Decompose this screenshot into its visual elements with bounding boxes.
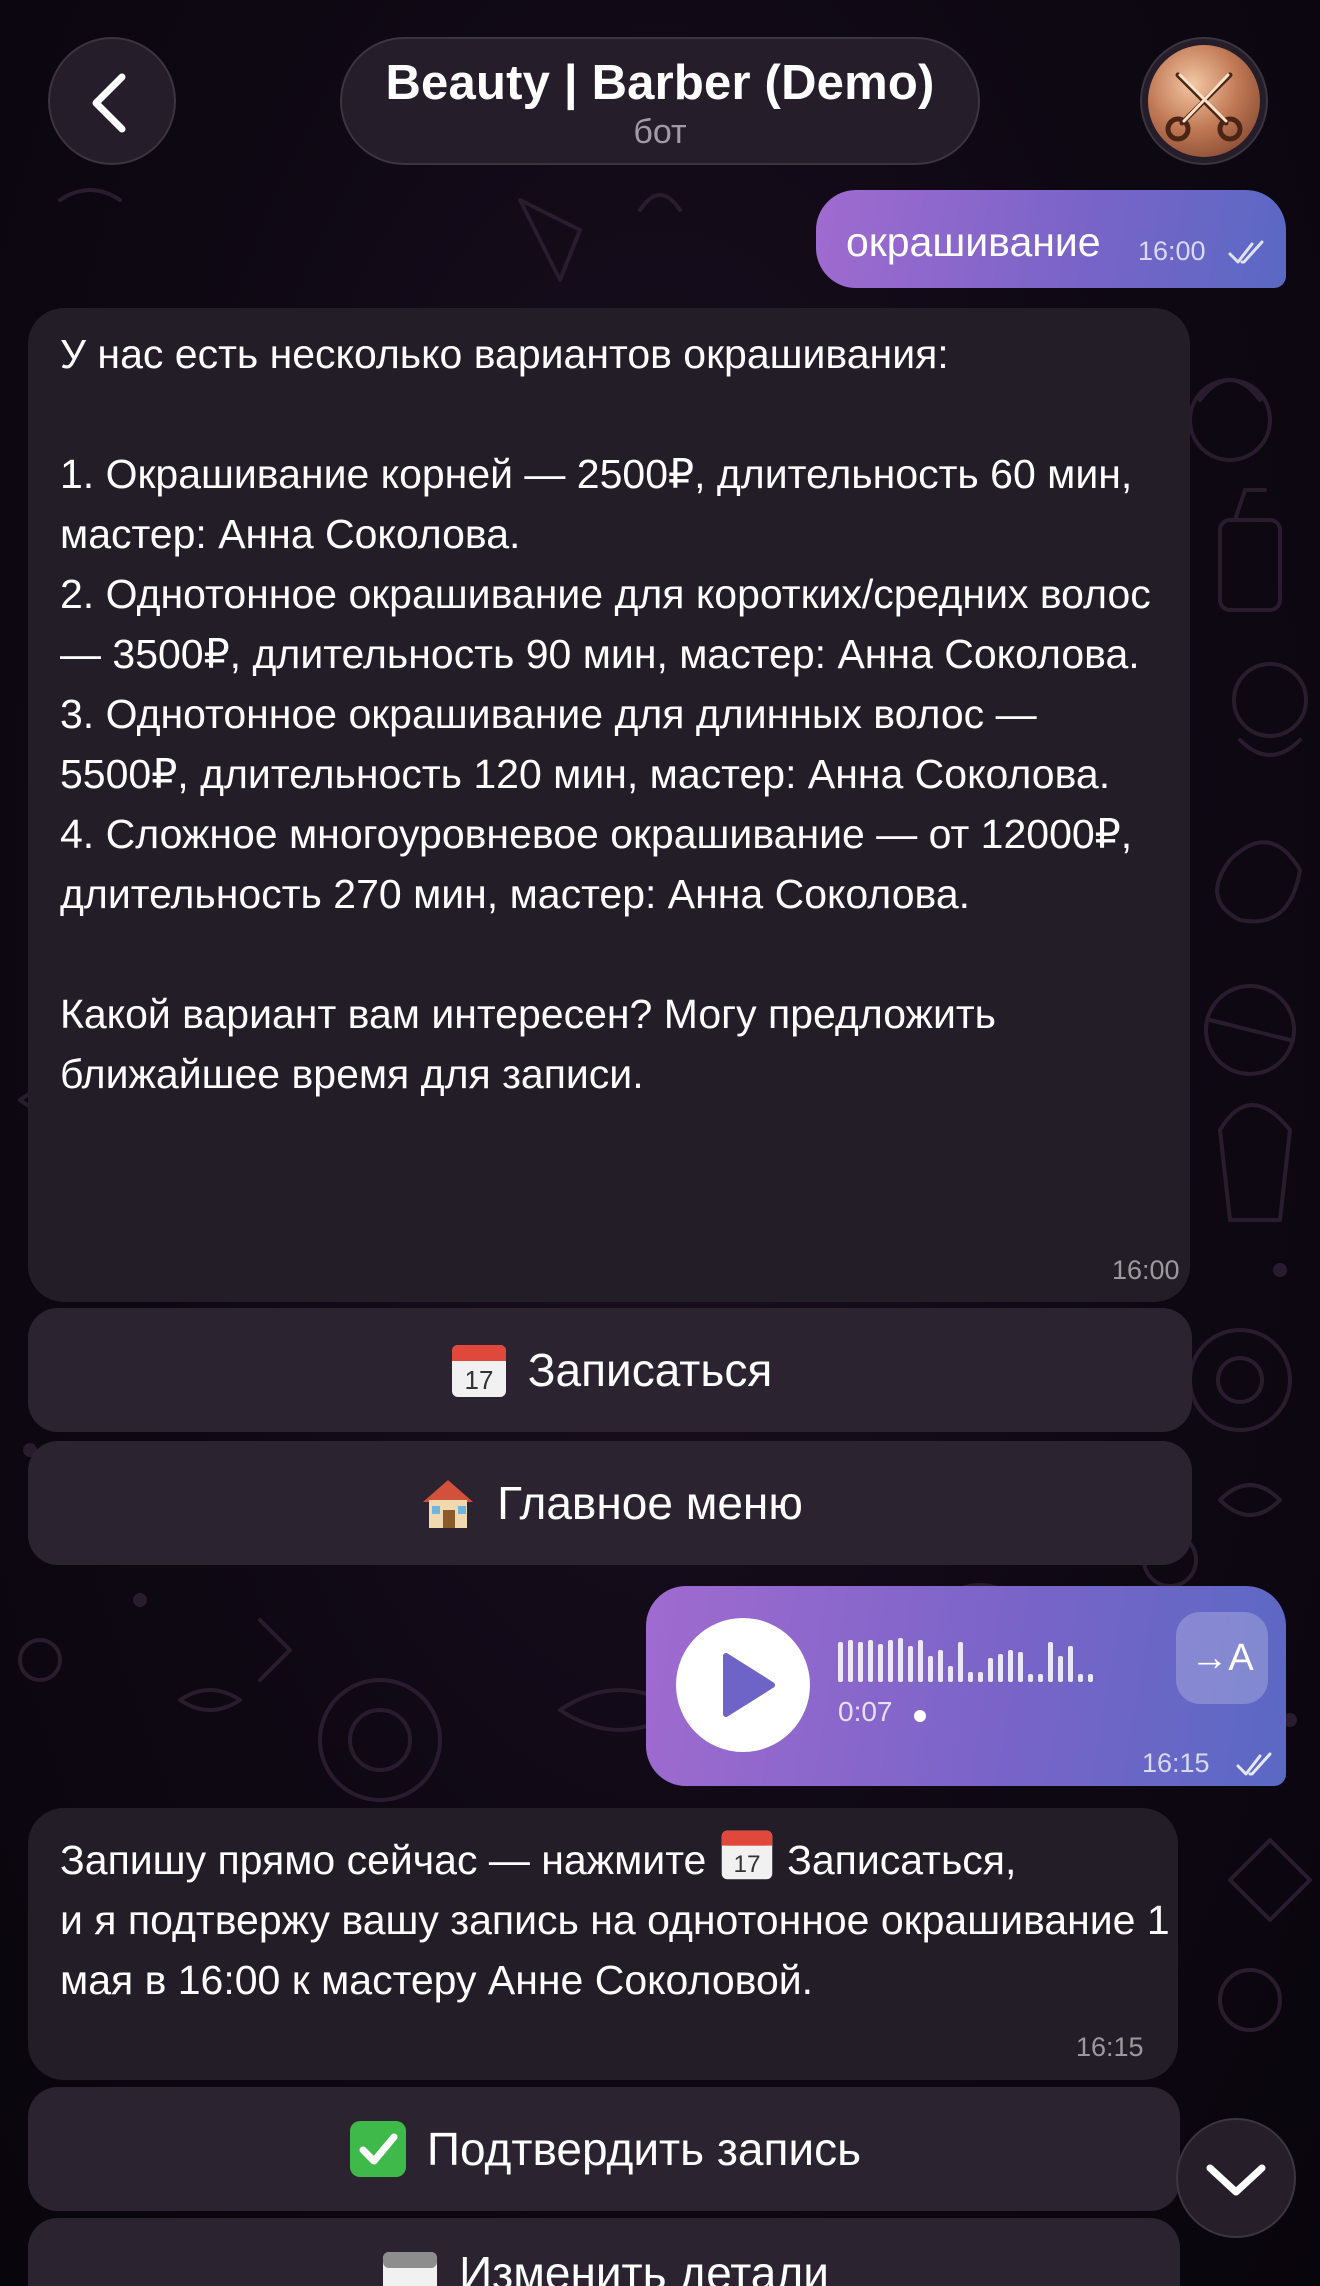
transcribe-button[interactable]: →A (1176, 1612, 1268, 1704)
back-button[interactable] (48, 37, 176, 165)
message-text-part: Запишу прямо сейчас — нажмите (60, 1837, 718, 1883)
double-check-icon (1228, 240, 1264, 264)
calendar-icon (383, 2252, 438, 2286)
unplayed-dot (914, 1710, 926, 1722)
chevron-left-icon (92, 73, 126, 133)
calendar-icon: 17 (451, 1345, 506, 1397)
button-label: Изменить детали (459, 2247, 829, 2286)
scroll-down-button[interactable] (1176, 2118, 1296, 2238)
message-text: Запишу прямо сейчас — нажмите 17 Записат… (60, 1824, 1170, 2010)
outgoing-message[interactable]: окрашивание 16:00 (816, 190, 1286, 288)
chevron-down-icon (1206, 2164, 1266, 2196)
incoming-message[interactable]: Запишу прямо сейчас — нажмите 17 Записат… (28, 1808, 1178, 2080)
confirm-booking-button[interactable]: Подтвердить запись (28, 2087, 1180, 2211)
scissors-icon (1165, 72, 1243, 142)
incoming-message[interactable]: У нас есть несколько вариантов окрашиван… (28, 308, 1190, 1302)
outgoing-voice-message[interactable]: 0:07 →A 16:15 (646, 1586, 1286, 1786)
chat-title: Beauty | Barber (Demo) (385, 56, 935, 110)
check-mark-icon (349, 2121, 406, 2177)
voice-waveform (838, 1638, 1093, 1682)
house-icon (423, 1480, 474, 1528)
message-text: окрашивание (846, 219, 1101, 265)
calendar-icon: 17 (721, 1830, 772, 1880)
play-button[interactable] (676, 1618, 810, 1752)
main-menu-button[interactable]: Главное меню (28, 1441, 1192, 1565)
double-check-icon (1236, 1752, 1272, 1776)
button-label: Записаться (527, 1344, 773, 1396)
message-time: 16:00 (1138, 236, 1206, 266)
voice-duration: 0:07 (838, 1696, 893, 1727)
bot-avatar[interactable] (1140, 37, 1268, 165)
message-time: 16:15 (1142, 1748, 1210, 1778)
chat-subtitle: бот (633, 113, 687, 151)
message-time: 16:15 (1076, 2032, 1144, 2062)
message-time: 16:00 (1112, 1255, 1180, 1285)
svg-text:17: 17 (733, 1851, 760, 1878)
chat-screen: Beauty | Barber (Demo) бот окрашивание 1… (0, 0, 1320, 2286)
button-label: Главное меню (497, 1477, 803, 1529)
svg-text:17: 17 (464, 1365, 493, 1395)
chat-header[interactable]: Beauty | Barber (Demo) бот (340, 37, 980, 165)
book-appointment-button[interactable]: 17 Записаться (28, 1308, 1192, 1432)
transcribe-label: →A (1190, 1637, 1254, 1679)
play-icon (723, 1653, 775, 1717)
change-details-button[interactable]: Изменить детали (28, 2218, 1180, 2286)
message-text: У нас есть несколько вариантов окрашиван… (60, 331, 1151, 1097)
button-label: Подтвердить запись (426, 2123, 862, 2175)
